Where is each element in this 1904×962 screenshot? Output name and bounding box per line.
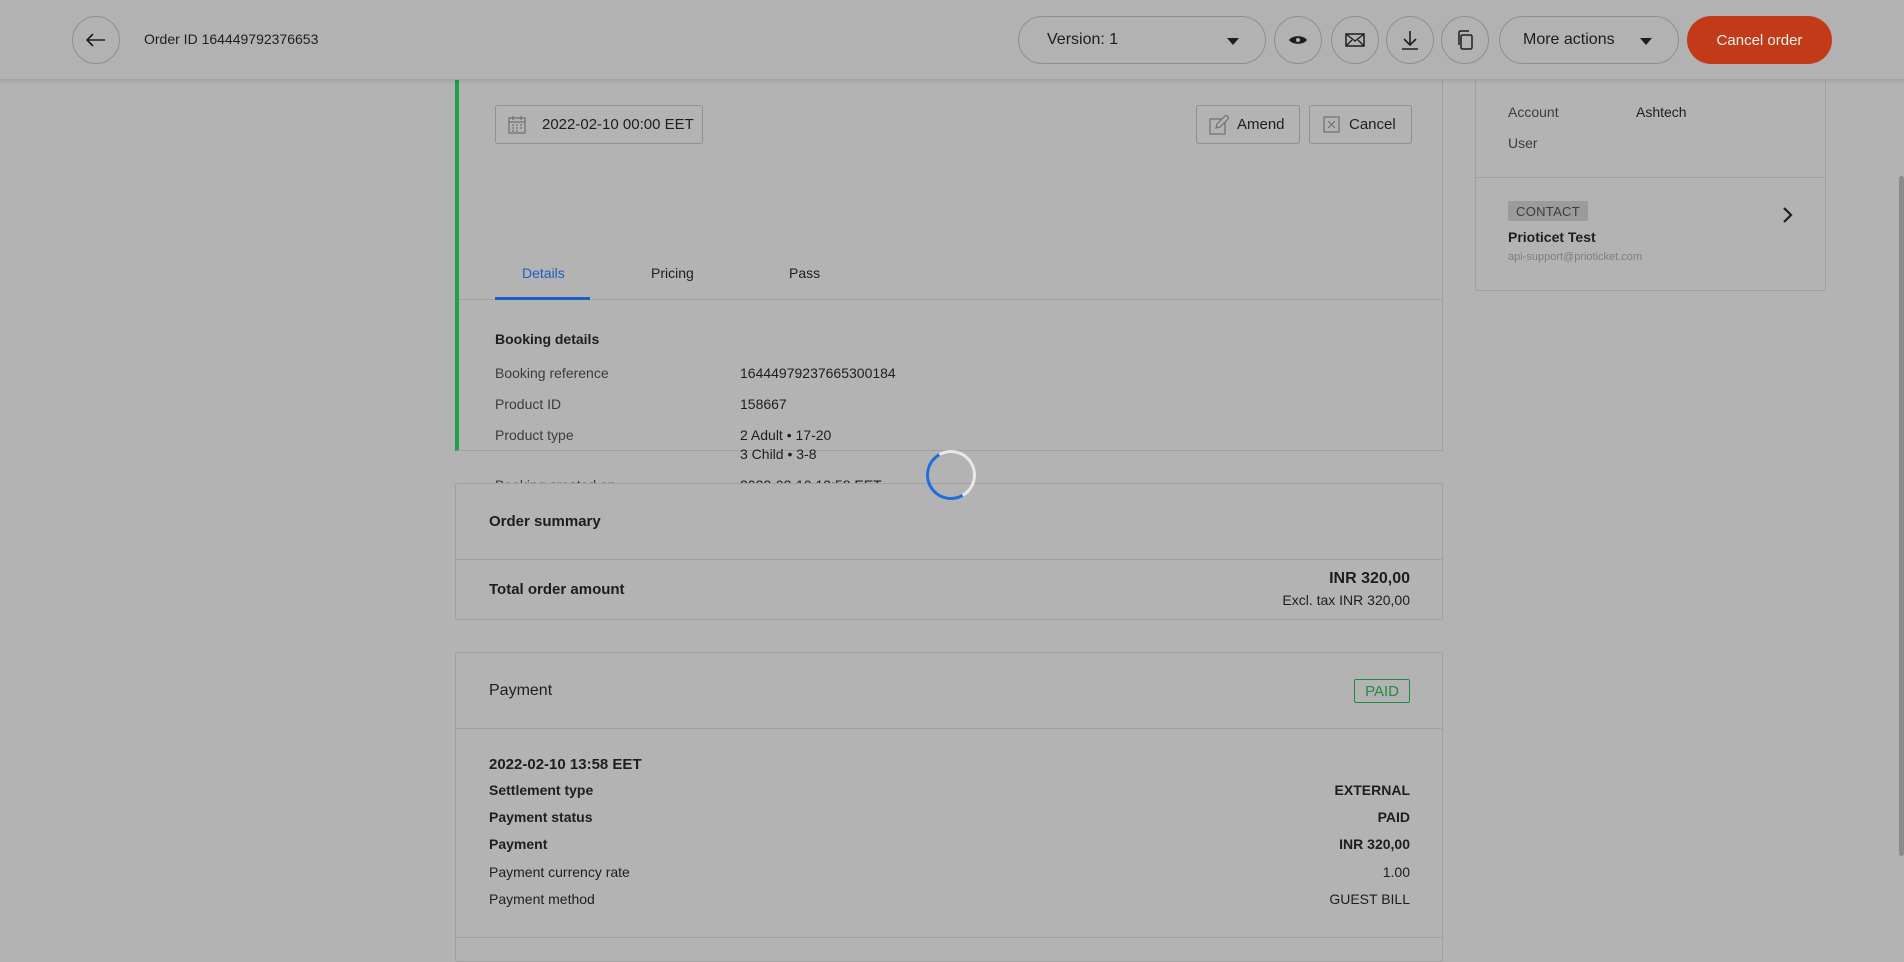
- chevron-down-icon: [1227, 38, 1239, 45]
- booking-reference-value: 16444979237665300184: [740, 365, 896, 381]
- payment-method-label: Payment method: [489, 891, 595, 907]
- user-label: User: [1508, 135, 1538, 151]
- tab-pricing[interactable]: Pricing: [651, 265, 694, 281]
- mail-icon: [1345, 33, 1365, 47]
- payment-status-label: Payment status: [489, 809, 593, 825]
- order-summary-card: Order summary Total order amount INR 320…: [455, 483, 1443, 620]
- contact-badge: CONTACT: [1508, 201, 1588, 221]
- payment-amount-value: INR 320,00: [1339, 836, 1410, 852]
- top-bar: Order ID 164449792376653 Version: 1 More…: [0, 0, 1904, 80]
- product-type-label: Product type: [495, 427, 574, 443]
- cancel-label: Cancel: [1349, 116, 1396, 133]
- settlement-type-value: EXTERNAL: [1334, 782, 1410, 798]
- booking-reference-label: Booking reference: [495, 365, 609, 381]
- settlement-type-label: Settlement type: [489, 782, 594, 798]
- calendar-icon: [508, 116, 526, 134]
- divider: [456, 728, 1442, 729]
- payment-currency-rate-value: 1.00: [1382, 864, 1410, 880]
- total-order-amount-label: Total order amount: [489, 581, 625, 598]
- more-actions-dropdown[interactable]: More actions: [1499, 16, 1679, 64]
- amend-button[interactable]: Amend: [1196, 105, 1300, 144]
- divider: [456, 559, 1442, 560]
- booking-details-heading: Booking details: [495, 331, 600, 347]
- more-actions-label: More actions: [1523, 31, 1615, 48]
- back-arrow-icon: [86, 33, 105, 47]
- product-type-value-adult: 2 Adult • 17-20: [740, 427, 832, 443]
- order-summary-title: Order summary: [489, 513, 601, 530]
- active-tab-indicator: [495, 297, 590, 300]
- status-badge: PAID: [1354, 679, 1410, 703]
- email-button[interactable]: [1331, 16, 1379, 64]
- download-icon: [1402, 31, 1418, 50]
- payment-amount-label: Payment: [489, 836, 548, 852]
- cancel-order-button[interactable]: Cancel order: [1687, 16, 1832, 64]
- payment-currency-rate-label: Payment currency rate: [489, 864, 630, 880]
- booking-tabs: Details Pricing Pass: [459, 218, 1443, 300]
- account-value: Ashtech: [1636, 104, 1687, 120]
- chevron-down-icon: [1640, 38, 1652, 45]
- divider: [456, 937, 1442, 938]
- customer-side-card: Account Ashtech User CONTACT Prioticet T…: [1475, 80, 1826, 291]
- product-type-value-child: 3 Child • 3-8: [740, 446, 817, 462]
- account-label: Account: [1508, 104, 1559, 120]
- booking-date-text: 2022-02-10 00:00 EET: [542, 116, 694, 133]
- excl-tax-amount: Excl. tax INR 320,00: [1282, 592, 1410, 608]
- booking-date-button[interactable]: 2022-02-10 00:00 EET: [495, 105, 703, 144]
- tab-details[interactable]: Details: [522, 265, 565, 281]
- version-label: Version: 1: [1047, 31, 1119, 48]
- payment-method-value: GUEST BILL: [1329, 891, 1410, 907]
- close-box-icon: [1323, 116, 1340, 133]
- chevron-right-icon[interactable]: [1782, 206, 1794, 224]
- divider: [1476, 177, 1825, 178]
- product-id-value: 158667: [740, 396, 787, 412]
- payment-title: Payment: [489, 682, 553, 699]
- eye-icon: [1289, 36, 1307, 44]
- booking-card: 2022-02-10 00:00 EET Amend Cancel Detail…: [455, 80, 1443, 493]
- download-button[interactable]: [1386, 16, 1434, 64]
- cancel-booking-button[interactable]: Cancel: [1309, 105, 1412, 144]
- back-button[interactable]: [72, 16, 120, 64]
- total-order-amount-value: INR 320,00: [1329, 570, 1410, 587]
- tab-pass[interactable]: Pass: [789, 265, 820, 281]
- scrollbar-thumb[interactable]: [1899, 176, 1904, 856]
- copy-button[interactable]: [1441, 16, 1489, 64]
- payment-date: 2022-02-10 13:58 EET: [489, 756, 642, 773]
- copy-icon: [1458, 30, 1473, 50]
- product-id-label: Product ID: [495, 396, 562, 412]
- preview-button[interactable]: [1274, 16, 1322, 64]
- version-dropdown[interactable]: Version: 1: [1018, 16, 1266, 64]
- payment-status-value: PAID: [1377, 809, 1410, 825]
- contact-email: api-support@prioticket.com: [1508, 251, 1643, 263]
- edit-icon: [1209, 115, 1229, 135]
- payment-card: Payment PAID 2022-02-10 13:58 EET Settle…: [455, 652, 1443, 962]
- contact-name: Prioticet Test: [1508, 229, 1596, 245]
- amend-label: Amend: [1237, 116, 1285, 133]
- order-id-title: Order ID 164449792376653: [144, 31, 319, 47]
